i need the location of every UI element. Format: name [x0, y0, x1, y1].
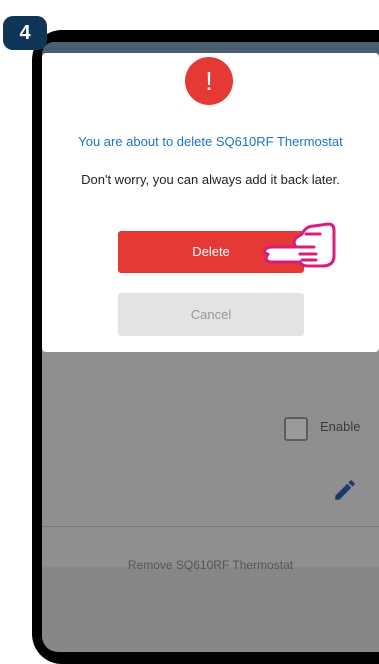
enable-checkbox[interactable] [284, 417, 308, 441]
step-number-badge: 4 [3, 16, 47, 50]
cancel-button[interactable]: Cancel [118, 293, 304, 336]
exclamation-icon: ! [185, 57, 233, 105]
tutorial-step-screenshot: Enable Remove SQ610RF Thermostat ! You a… [0, 0, 379, 664]
remove-device-link[interactable]: Remove SQ610RF Thermostat [42, 558, 379, 572]
enable-row: Enable [42, 414, 379, 444]
dialog-message: Don't worry, you can always add it back … [81, 172, 340, 187]
pencil-icon[interactable] [332, 477, 358, 503]
list-divider [42, 526, 379, 527]
pointing-hand-icon [263, 222, 336, 268]
dialog-title: You are about to delete SQ610RF Thermost… [78, 134, 343, 149]
enable-label: Enable [320, 419, 361, 434]
delete-confirmation-dialog: ! You are about to delete SQ610RF Thermo… [42, 53, 379, 352]
